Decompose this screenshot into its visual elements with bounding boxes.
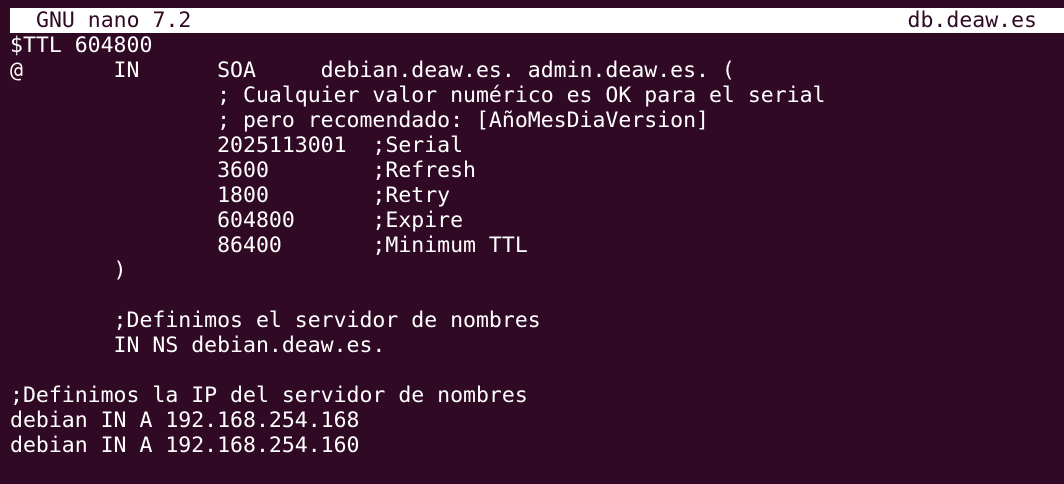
- editor-line[interactable]: [10, 358, 1064, 383]
- editor-line[interactable]: debian IN A 192.168.254.160: [10, 433, 1064, 458]
- app-version-label: GNU nano 7.2: [36, 8, 192, 33]
- editor-line[interactable]: $TTL 604800: [10, 33, 1064, 58]
- nano-title-bar: GNU nano 7.2 db.deaw.es: [10, 8, 1064, 33]
- editor-line[interactable]: 1800 ;Retry: [10, 183, 1064, 208]
- editor-line[interactable]: ;Definimos la IP del servidor de nombres: [10, 383, 1064, 408]
- terminal-window: GNU nano 7.2 db.deaw.es $TTL 604800 @ IN…: [0, 0, 1064, 484]
- editor-line[interactable]: 86400 ;Minimum TTL: [10, 233, 1064, 258]
- editor-line[interactable]: ;Definimos el servidor de nombres: [10, 308, 1064, 333]
- editor-line[interactable]: @ IN SOA debian.deaw.es. admin.deaw.es. …: [10, 58, 1064, 83]
- editor-line[interactable]: ): [10, 258, 1064, 283]
- editor-line[interactable]: 604800 ;Expire: [10, 208, 1064, 233]
- editor-line[interactable]: debian IN A 192.168.254.168: [10, 408, 1064, 433]
- editor-line[interactable]: ; pero recomendado: [AñoMesDiaVersion]: [10, 108, 1064, 133]
- editor-line[interactable]: [10, 283, 1064, 308]
- editor-line[interactable]: IN NS debian.deaw.es.: [10, 333, 1064, 358]
- editor-line[interactable]: ; Cualquier valor numérico es OK para el…: [10, 83, 1064, 108]
- filename-label: db.deaw.es: [907, 8, 1037, 33]
- text-editor-area[interactable]: $TTL 604800 @ IN SOA debian.deaw.es. adm…: [10, 33, 1064, 473]
- editor-line[interactable]: 2025113001 ;Serial: [10, 133, 1064, 158]
- editor-line[interactable]: 3600 ;Refresh: [10, 158, 1064, 183]
